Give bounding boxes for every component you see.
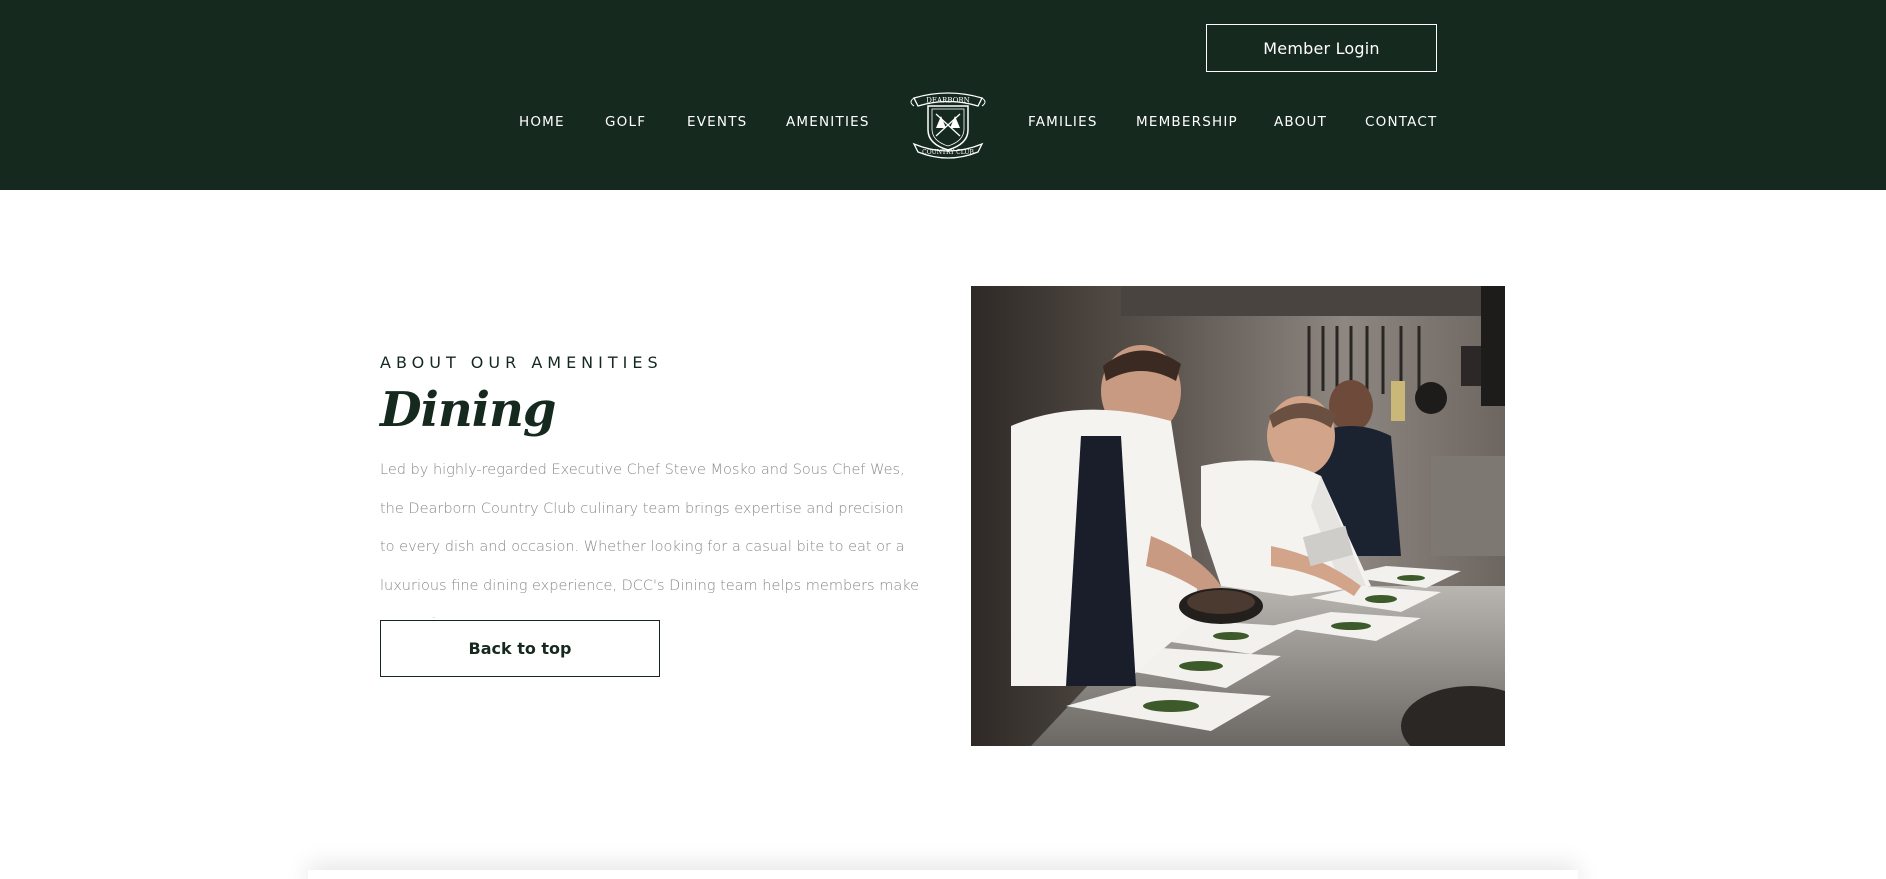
nav-item-golf[interactable]: GOLF xyxy=(605,114,646,130)
nav-item-amenities[interactable]: AMENITIES xyxy=(786,114,870,130)
nav-item-about[interactable]: ABOUT xyxy=(1274,114,1327,130)
site-header: Member Login HOME GOLF EVENTS AMENITIES … xyxy=(0,0,1886,190)
member-login-button[interactable]: Member Login xyxy=(1206,24,1437,72)
nav-item-events[interactable]: EVENTS xyxy=(687,114,747,130)
nav-item-membership[interactable]: MEMBERSHIP xyxy=(1136,114,1238,130)
nav-item-contact[interactable]: CONTACT xyxy=(1365,114,1437,130)
back-to-top-button[interactable]: Back to top xyxy=(380,620,660,677)
nav-item-families[interactable]: FAMILIES xyxy=(1028,114,1098,130)
logo-top-text: DEARBORN xyxy=(926,97,969,105)
page-title: Dining xyxy=(380,382,556,438)
crest-logo-icon: DEARBORN COUNTRY CLUB xyxy=(910,92,986,159)
section-description: Led by highly-regarded Executive Chef St… xyxy=(380,462,920,632)
logo-bottom-text: COUNTRY CLUB xyxy=(922,149,974,156)
chefs-plating-photo xyxy=(971,286,1505,746)
next-section-card xyxy=(308,870,1578,879)
section-eyebrow: ABOUT OUR AMENITIES xyxy=(380,353,663,372)
nav-item-home[interactable]: HOME xyxy=(519,114,565,130)
club-logo[interactable]: DEARBORN COUNTRY CLUB xyxy=(908,86,988,160)
